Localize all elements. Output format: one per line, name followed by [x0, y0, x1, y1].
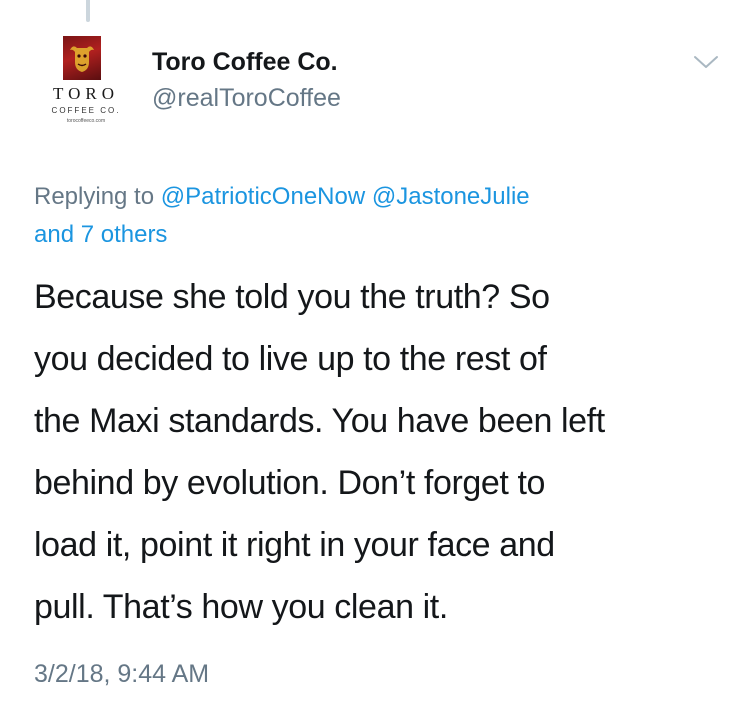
tweet-text-line: the Maxi standards. You have been left — [34, 402, 605, 440]
logo-url: torocoffeeco.com — [66, 118, 106, 124]
tweet-text: Because she told you the truth? So you d… — [34, 266, 734, 638]
others-link[interactable]: and 7 others — [34, 221, 167, 248]
bull-icon — [70, 46, 94, 72]
logo-bull-image — [63, 36, 101, 80]
tweet-text-line: load it, point it right in your face and — [34, 526, 555, 564]
replying-to: Replying to @PatrioticOneNow @JastoneJul… — [34, 178, 724, 254]
display-name[interactable]: Toro Coffee Co. — [152, 48, 338, 77]
thread-connector-line — [86, 0, 90, 22]
avatar[interactable]: TORO COFFEE CO. torocoffeeco.com — [38, 34, 134, 130]
logo-wordmark: TORO — [53, 84, 119, 103]
tweet-text-line: Because she told you the truth? So — [34, 278, 550, 316]
mention-link[interactable]: @PatrioticOneNow — [161, 183, 365, 210]
replying-to-label: Replying to — [34, 183, 155, 210]
tweet-text-line: pull. That’s how you clean it. — [34, 588, 448, 626]
mention-link[interactable]: @JastoneJulie — [372, 183, 530, 210]
tweet-text-line: behind by evolution. Don’t forget to — [34, 464, 546, 502]
chevron-down-icon — [694, 56, 718, 68]
logo-subtitle: COFFEE CO. — [51, 106, 121, 115]
timestamp[interactable]: 3/2/18, 9:44 AM — [34, 660, 209, 689]
tweet-text-line: you decided to live up to the rest of — [34, 340, 547, 378]
user-handle[interactable]: @realToroCoffee — [152, 84, 341, 113]
tweet-menu-button[interactable] — [692, 52, 720, 72]
